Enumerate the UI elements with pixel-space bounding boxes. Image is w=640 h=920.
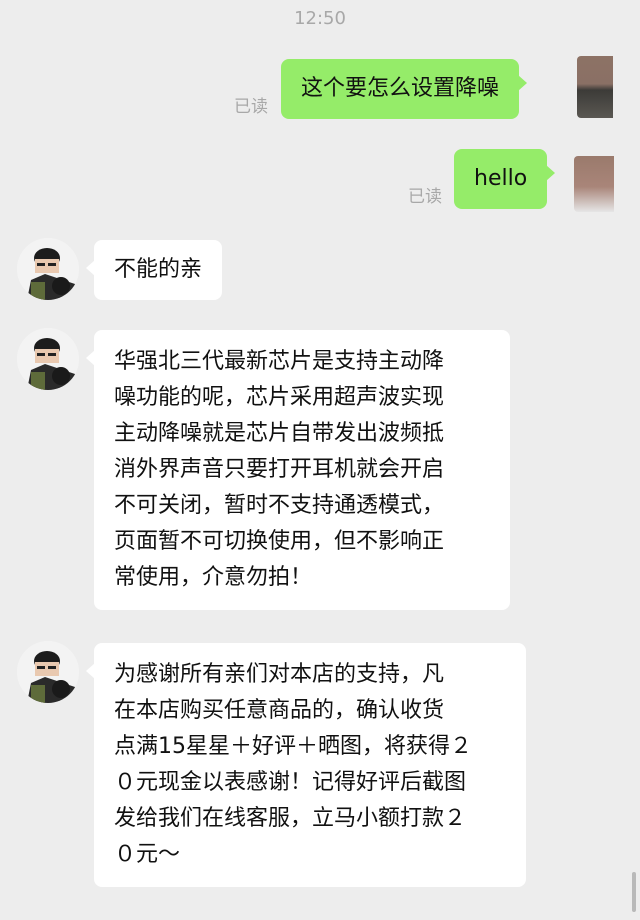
read-status: 已读 (408, 187, 442, 207)
scrollbar[interactable] (632, 872, 636, 912)
message-line: 常使用，介意勿拍！ (114, 565, 313, 590)
bubble-tail (86, 260, 95, 276)
read-status: 已读 (234, 97, 268, 117)
incoming-message[interactable]: 为感谢所有亲们对本店的支持，凡 在本店购买任意商品的，确认收货 点满15星星＋好… (86, 643, 526, 887)
message-line: 页面暂不可切换使用，但不影响正 (114, 529, 445, 554)
cartoon-person-icon (17, 641, 79, 703)
user-avatar[interactable] (574, 156, 614, 212)
message-line: 主动降噪就是芯片自带发出波频抵 (114, 421, 445, 446)
user-avatar[interactable] (577, 56, 613, 118)
incoming-message[interactable]: 华强北三代最新芯片是支持主动降 噪功能的呢，芯片采用超声波实现 主动降噪就是芯片… (86, 330, 510, 610)
message-text: 这个要怎么设置降噪 (301, 76, 500, 101)
cartoon-person-icon (17, 328, 79, 390)
message-line: ０元现金以表感谢！记得好评后截图 (114, 770, 467, 795)
contact-avatar[interactable] (17, 238, 79, 300)
message-line: 点满15星星＋好评＋晒图，将获得２ (114, 734, 472, 759)
incoming-message[interactable]: 不能的亲 (86, 240, 223, 300)
contact-avatar[interactable] (17, 328, 79, 390)
outgoing-message[interactable]: hello (454, 149, 556, 209)
message-text: 不能的亲 (114, 257, 203, 282)
bubble-tail (86, 663, 95, 679)
message-line: 为感谢所有亲们对本店的支持，凡 (114, 662, 445, 687)
message-line: 华强北三代最新芯片是支持主动降 (114, 349, 445, 374)
message-line: 在本店购买任意商品的，确认收货 (114, 698, 445, 723)
message-text: hello (474, 166, 528, 191)
message-line: ０元～ (114, 842, 181, 867)
timestamp: 12:50 (294, 8, 346, 29)
bubble-tail (546, 165, 556, 181)
message-line: 不可关闭，暂时不支持通透模式， (114, 493, 445, 518)
message-line: 发给我们在线客服，立马小额打款２ (114, 806, 467, 831)
outgoing-message[interactable]: 这个要怎么设置降噪 (281, 59, 528, 119)
bubble-tail (86, 350, 95, 366)
cartoon-person-icon (17, 238, 79, 300)
message-line: 噪功能的呢，芯片采用超声波实现 (114, 385, 445, 410)
contact-avatar[interactable] (17, 641, 79, 703)
message-line: 消外界声音只要打开耳机就会开启 (114, 457, 445, 482)
bubble-tail (518, 75, 528, 91)
